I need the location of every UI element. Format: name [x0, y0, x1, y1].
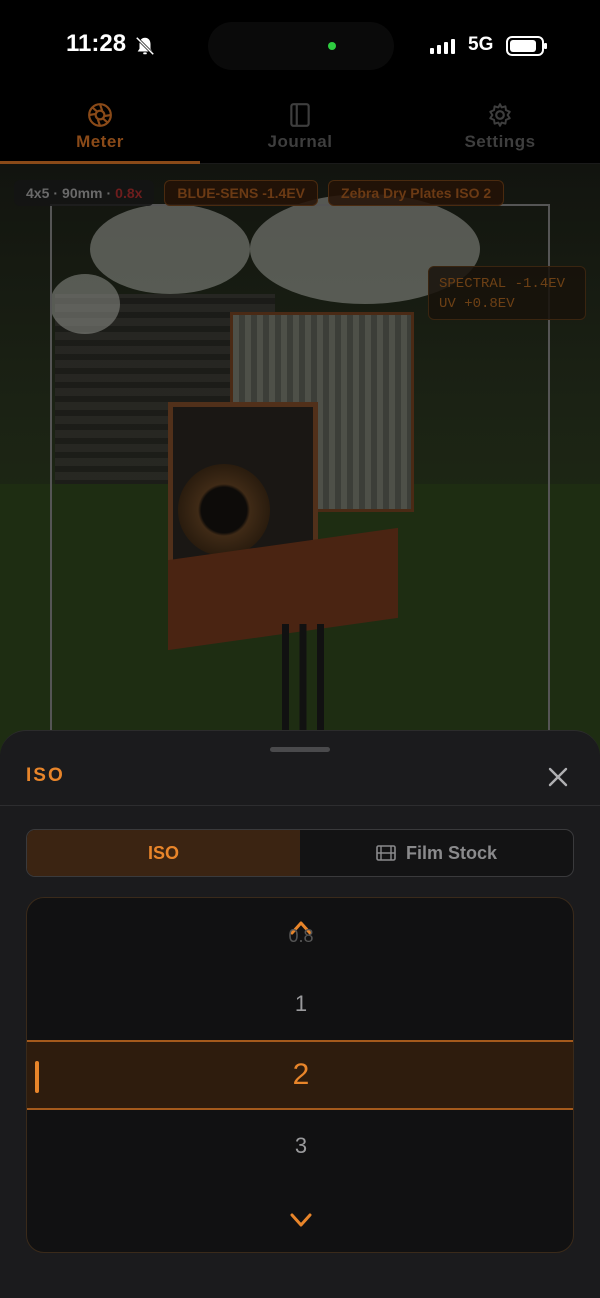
separator: ·: [53, 185, 59, 201]
camera-viewfinder[interactable]: 4x5 · 90mm · 0.8x BLUE-SENS -1.4EV Zebra…: [0, 164, 600, 764]
picker-option[interactable]: 1: [27, 970, 573, 1038]
film-badge[interactable]: Zebra Dry Plates ISO 2: [328, 180, 505, 206]
crop-value: 0.8x: [115, 185, 143, 201]
lens-value: 90mm: [62, 185, 103, 201]
iso-sheet: ISO ISO Film Stock 0.8 1 2 3: [0, 730, 600, 1298]
gear-icon: [489, 102, 511, 127]
sheet-divider: [0, 805, 600, 806]
aperture-icon: [88, 102, 112, 127]
format-value: 4x5: [26, 185, 50, 201]
selected-iso-value: 2: [292, 1058, 310, 1091]
film-icon: [376, 845, 396, 861]
network-type: 5G: [468, 34, 494, 55]
sheet-title: ISO: [26, 765, 65, 786]
status-bar: 11:28 5G: [0, 0, 600, 90]
status-time: 11:28: [66, 30, 127, 57]
close-button[interactable]: [544, 763, 572, 791]
picker-option[interactable]: 0.8: [27, 918, 573, 954]
camera-indicator-dot: [328, 42, 336, 50]
sheet-handle[interactable]: [270, 747, 330, 752]
bell-muted-icon: [135, 36, 155, 56]
close-icon: [548, 767, 568, 787]
spectral-panel: SPECTRAL -1.4EV UV +0.8EV: [428, 266, 586, 320]
separator: ·: [106, 185, 112, 201]
tab-meter[interactable]: Meter: [0, 90, 200, 164]
signal-icon: [430, 38, 455, 54]
dynamic-island: [208, 22, 394, 70]
chevron-down-icon[interactable]: [289, 1210, 313, 1230]
mode-segmented-control: ISO Film Stock: [26, 829, 574, 877]
tab-journal-label: Journal: [267, 131, 333, 151]
sensitivity-badge[interactable]: BLUE-SENS -1.4EV: [164, 180, 319, 206]
picker-option-selected[interactable]: 2: [27, 1040, 573, 1110]
spectral-line: SPECTRAL -1.4EV: [439, 276, 566, 292]
tab-journal[interactable]: Journal: [200, 90, 400, 163]
tab-settings-label: Settings: [464, 131, 536, 151]
segment-iso[interactable]: ISO: [27, 830, 300, 876]
iso-picker[interactable]: 0.8 1 2 3: [26, 897, 574, 1253]
selection-marker: [35, 1061, 39, 1093]
segment-iso-label: ISO: [147, 842, 179, 863]
picker-option[interactable]: 3: [27, 1112, 573, 1180]
info-row: 4x5 · 90mm · 0.8x BLUE-SENS -1.4EV Zebra…: [14, 180, 586, 206]
format-chip[interactable]: 4x5 · 90mm · 0.8x: [14, 180, 155, 206]
battery-icon: [506, 36, 547, 56]
segment-film-stock-label: Film Stock: [405, 842, 498, 863]
top-nav: Meter Journal Settings: [0, 90, 600, 164]
book-icon: [290, 102, 310, 127]
segment-film-stock[interactable]: Film Stock: [300, 830, 573, 876]
tab-meter-label: Meter: [76, 131, 124, 151]
uv-line: UV +0.8EV: [439, 296, 515, 312]
tab-settings[interactable]: Settings: [400, 90, 600, 163]
